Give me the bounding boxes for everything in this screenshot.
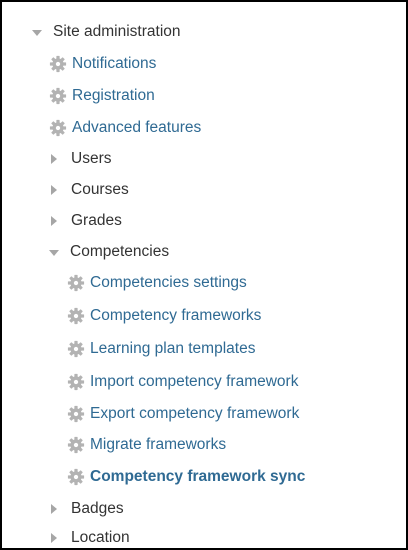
gear-icon xyxy=(67,468,85,486)
gear-icon xyxy=(49,87,67,105)
link-competencies-settings[interactable]: Competencies settings xyxy=(67,269,247,297)
gear-icon xyxy=(67,373,85,391)
link-export-competency-framework[interactable]: Export competency framework xyxy=(67,400,299,428)
node-label: Users xyxy=(71,150,112,167)
collapsed-triangle-icon[interactable] xyxy=(51,185,57,195)
node-courses[interactable]: Courses xyxy=(49,176,129,204)
admin-block: Site administration Notifications Regist… xyxy=(0,0,408,550)
node-label: Courses xyxy=(71,181,129,198)
node-grades[interactable]: Grades xyxy=(49,207,122,235)
gear-icon xyxy=(49,55,67,73)
link-import-competency-framework[interactable]: Import competency framework xyxy=(67,368,298,396)
collapsed-triangle-icon[interactable] xyxy=(51,533,57,543)
link-competency-framework-sync[interactable]: Competency framework sync xyxy=(67,463,305,491)
collapsed-triangle-icon[interactable] xyxy=(51,504,57,514)
link-learning-plan-templates[interactable]: Learning plan templates xyxy=(67,335,255,363)
node-label: Location xyxy=(71,529,130,546)
gear-icon xyxy=(67,405,85,423)
gear-icon xyxy=(67,307,85,325)
link-registration[interactable]: Registration xyxy=(49,82,155,110)
link-label-active[interactable]: Competency framework sync xyxy=(90,468,305,486)
link-label[interactable]: Competencies settings xyxy=(90,274,247,292)
gear-icon xyxy=(67,274,85,292)
collapsed-triangle-icon[interactable] xyxy=(51,216,57,226)
link-label[interactable]: Registration xyxy=(72,87,155,105)
node-location[interactable]: Location xyxy=(49,524,130,548)
gear-icon xyxy=(49,119,67,137)
link-label[interactable]: Import competency framework xyxy=(90,373,298,391)
expanded-triangle-icon[interactable] xyxy=(49,249,59,256)
node-label: Badges xyxy=(71,500,124,517)
link-label[interactable]: Export competency framework xyxy=(90,405,299,423)
link-notifications[interactable]: Notifications xyxy=(49,50,156,78)
link-label[interactable]: Notifications xyxy=(72,55,156,73)
link-label[interactable]: Migrate frameworks xyxy=(90,436,226,454)
node-users[interactable]: Users xyxy=(49,145,111,173)
link-label[interactable]: Learning plan templates xyxy=(90,340,255,358)
node-competencies[interactable]: Competencies xyxy=(49,238,169,266)
node-site-administration[interactable]: Site administration xyxy=(32,18,181,46)
gear-icon xyxy=(67,436,85,454)
link-label[interactable]: Competency frameworks xyxy=(90,307,261,325)
collapsed-triangle-icon[interactable] xyxy=(51,154,57,164)
link-migrate-frameworks[interactable]: Migrate frameworks xyxy=(67,431,226,459)
link-advanced-features[interactable]: Advanced features xyxy=(49,114,201,142)
node-badges[interactable]: Badges xyxy=(49,495,124,523)
link-label[interactable]: Advanced features xyxy=(72,119,201,137)
node-label: Competencies xyxy=(70,243,170,260)
expanded-triangle-icon[interactable] xyxy=(32,29,42,36)
node-label: Site administration xyxy=(53,23,181,40)
link-competency-frameworks[interactable]: Competency frameworks xyxy=(67,302,261,330)
node-label: Grades xyxy=(71,212,122,229)
gear-icon xyxy=(67,340,85,358)
